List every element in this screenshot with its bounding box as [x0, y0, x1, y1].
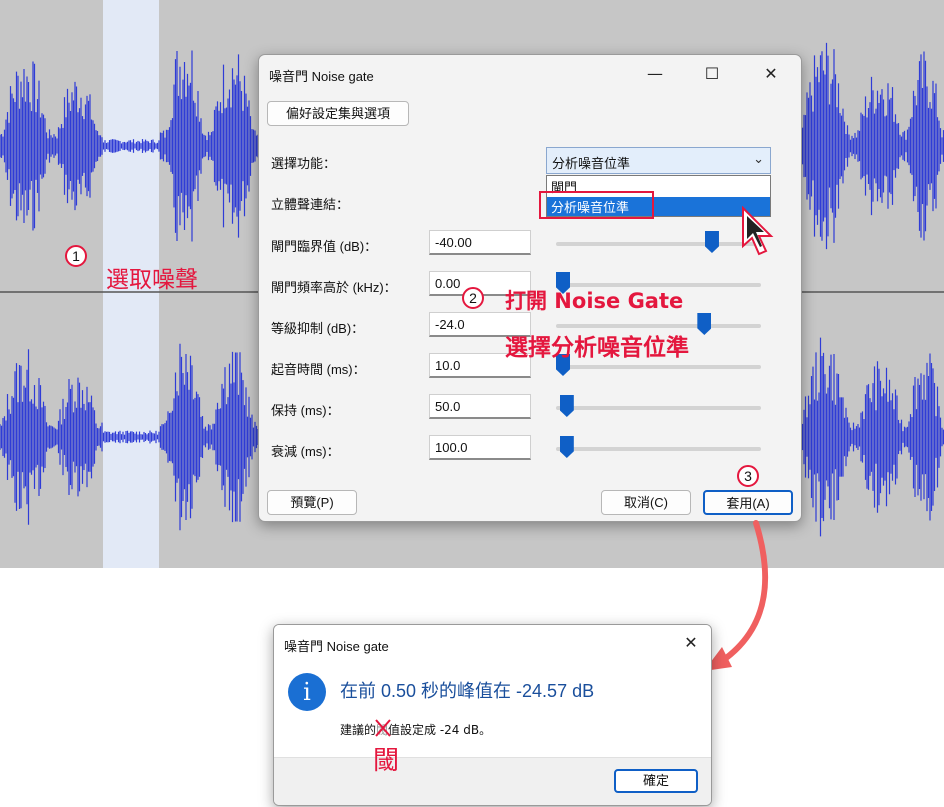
step-2-line1: 打開 Noise Gate	[505, 289, 684, 313]
preview-button[interactable]: 預覽(P)	[267, 490, 357, 515]
message-prefix: 建議的	[340, 723, 377, 737]
close-icon[interactable]: ✕	[751, 61, 791, 87]
step-3-badge: 3	[737, 465, 759, 487]
strike-cross	[375, 719, 391, 737]
decay-slider-thumb[interactable]	[559, 436, 574, 458]
chevron-down-icon: ⌄	[753, 151, 764, 166]
apply-button[interactable]: 套用(A)	[703, 490, 793, 515]
param-label-reduction: 等級抑制 (dB)：	[271, 321, 365, 336]
step-1-text: 選取噪聲	[106, 267, 198, 293]
function-label: 選擇功能：	[271, 156, 337, 171]
hold-slider-thumb[interactable]	[559, 395, 574, 417]
cancel-button[interactable]: 取消(C)	[601, 490, 691, 515]
preset-options-button[interactable]: 偏好設定集與選項	[267, 101, 409, 126]
decay-slider[interactable]	[556, 447, 761, 451]
attack-slider[interactable]	[556, 365, 761, 369]
param-label-attack: 起音時間 (ms)：	[271, 362, 366, 377]
result-dialog: 噪音門 Noise gate ✕ i 在前 0.50 秒的峰值在 -24.57 …	[273, 624, 712, 806]
threshold-input[interactable]: -40.00	[429, 230, 531, 255]
step-2-line2: 選擇分析噪音位準	[505, 335, 689, 361]
minimize-icon[interactable]: —	[635, 61, 675, 87]
curved-arrow	[704, 520, 769, 671]
function-select[interactable]: 分析噪音位準 ⌄	[546, 147, 771, 174]
param-label-decay: 衰減 (ms)：	[271, 444, 340, 459]
dialog-title: 噪音門 Noise gate	[269, 69, 374, 84]
hold-slider[interactable]	[556, 406, 761, 410]
result-message: 建議的閥值設定成 -24 dB。	[340, 721, 491, 738]
step-1-badge: 1	[65, 245, 87, 267]
highlight-box	[539, 191, 654, 219]
param-label-hold: 保持 (ms)：	[271, 403, 340, 418]
function-selected-value: 分析噪音位準	[552, 156, 631, 171]
dialog-titlebar[interactable]: 噪音門 Noise gate — ☐ ✕	[259, 55, 801, 93]
threshold-slider[interactable]	[556, 242, 761, 246]
stereo-link-label: 立體聲連結：	[271, 197, 350, 212]
reduction-slider-thumb[interactable]	[697, 313, 712, 335]
correction-text: 閾	[373, 746, 400, 776]
param-label-frequency: 閘門頻率高於 (kHz)：	[271, 280, 397, 295]
param-label-threshold: 閘門臨界值 (dB)：	[271, 239, 378, 254]
info-icon: i	[288, 673, 326, 711]
threshold-slider-thumb[interactable]	[704, 231, 719, 253]
hold-input[interactable]: 50.0	[429, 394, 531, 419]
ok-button[interactable]: 確定	[614, 769, 698, 793]
close-icon[interactable]: ✕	[671, 630, 711, 656]
maximize-icon[interactable]: ☐	[692, 61, 732, 87]
result-headline: 在前 0.50 秒的峰值在 -24.57 dB	[340, 681, 595, 701]
result-dialog-title: 噪音門 Noise gate	[284, 639, 389, 654]
decay-input[interactable]: 100.0	[429, 435, 531, 460]
step-2-badge: 2	[462, 287, 484, 309]
result-titlebar[interactable]: 噪音門 Noise gate ✕	[274, 625, 711, 663]
mouse-cursor-icon	[742, 206, 774, 256]
message-suffix: 值設定成 -24 dB。	[388, 723, 492, 737]
